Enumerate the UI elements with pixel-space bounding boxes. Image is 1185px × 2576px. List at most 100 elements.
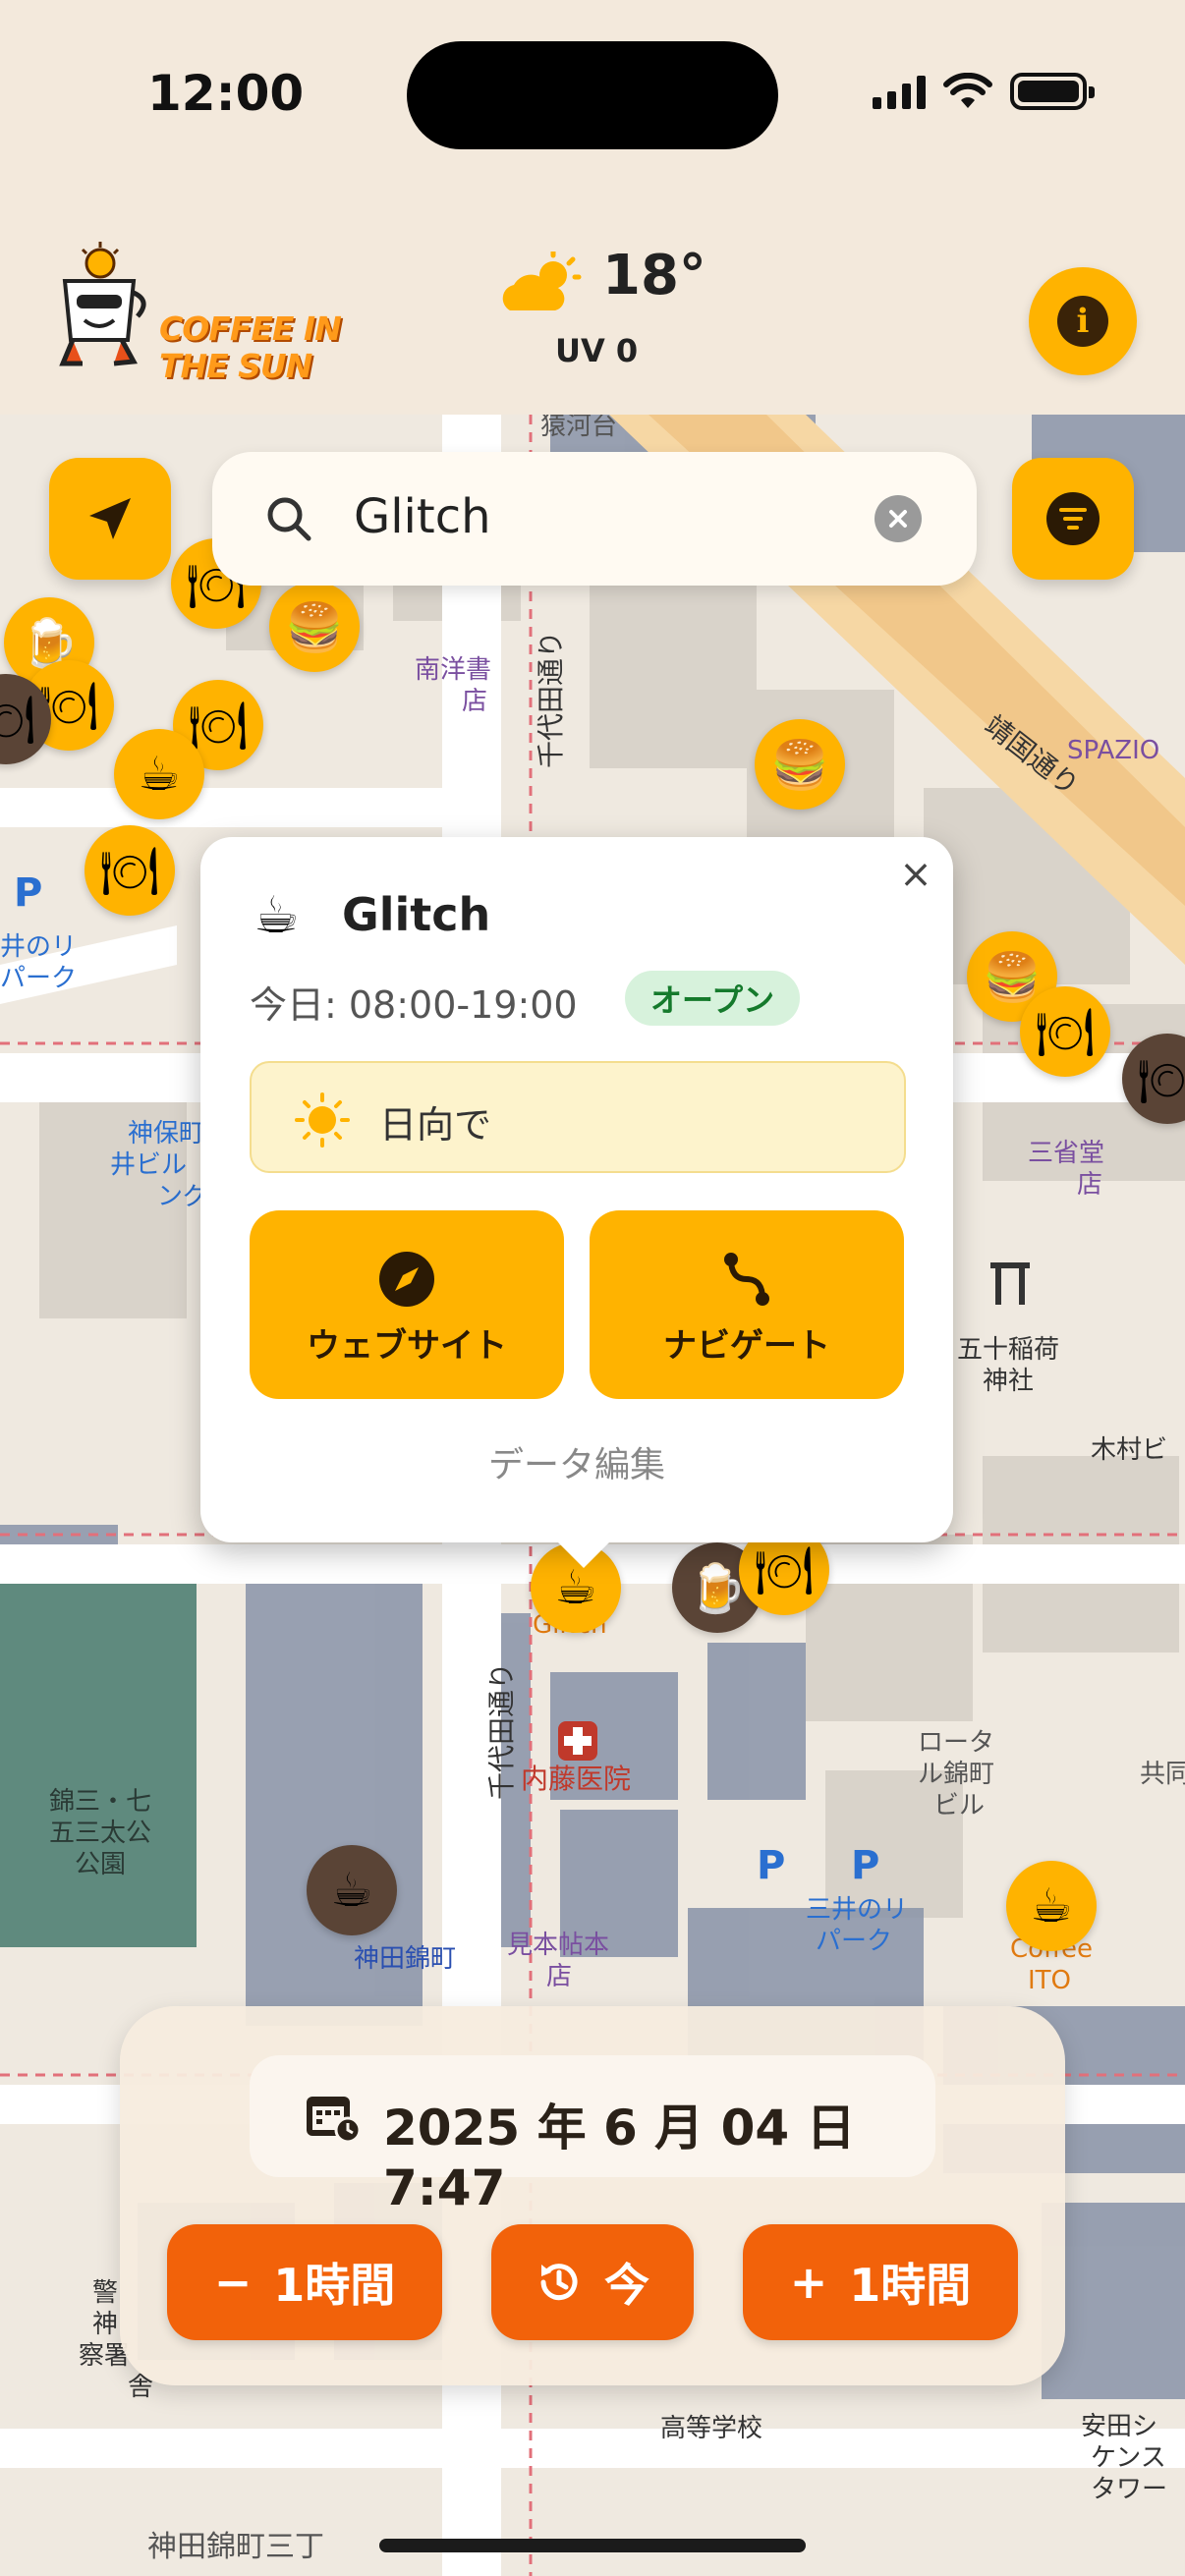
svg-text:千代田通り: 千代田通り <box>485 1662 518 1800</box>
calendar-clock-icon <box>307 2097 362 2144</box>
search-input[interactable]: Glitch <box>354 489 491 544</box>
date-time-display[interactable]: 2025 年 6 月 04 日 7:47 <box>250 2055 935 2216</box>
svg-text:三省堂: 三省堂 <box>1028 1139 1104 1168</box>
search-icon <box>267 497 311 541</box>
map-marker-coffee-ito[interactable]: ☕ <box>1006 1861 1097 1951</box>
search-bar[interactable]: Glitch <box>212 452 977 586</box>
now-label: 今 <box>604 2259 649 2312</box>
svg-text:五十稲荷: 五十稲荷 <box>957 1335 1059 1365</box>
svg-text:安田シ: 安田シ <box>1081 2412 1157 2441</box>
minus-hour-button[interactable]: − 1時間 <box>167 2224 442 2340</box>
location-arrow-icon <box>89 498 131 539</box>
svg-text:警: 警 <box>92 2278 118 2308</box>
website-button[interactable]: ウェブサイト <box>250 1210 564 1399</box>
close-icon <box>889 510 907 528</box>
sun-status-banner: 日向で <box>250 1061 906 1173</box>
compass-icon <box>379 1252 434 1307</box>
close-popup-button[interactable]: × <box>896 855 935 894</box>
sun-status-text: 日向で <box>379 1103 492 1147</box>
map-marker-restaurant[interactable]: 🍽 <box>1020 986 1110 1077</box>
svg-text:三井のリ: 三井のリ <box>806 1895 908 1925</box>
svg-text:SPAZIO: SPAZIO <box>1067 736 1159 765</box>
temperature: 18° <box>602 244 706 308</box>
status-bar: 12:00 <box>0 0 1185 196</box>
svg-text:店: 店 <box>1077 1170 1102 1200</box>
map-marker-restaurant[interactable]: 🍽 <box>85 825 175 916</box>
route-icon <box>724 1253 769 1306</box>
svg-text:公園: 公園 <box>75 1850 126 1879</box>
battery-icon <box>1010 73 1095 110</box>
svg-text:ビル: ビル <box>933 1791 985 1820</box>
minus-hour-label: 1時間 <box>273 2259 396 2312</box>
dynamic-island <box>407 41 778 149</box>
svg-text:ITO: ITO <box>1028 1966 1071 1995</box>
svg-text:神社: 神社 <box>983 1367 1034 1396</box>
svg-text:パーク: パーク <box>816 1927 892 1956</box>
app-logo-text: COFFEE IN THE SUN <box>159 309 342 385</box>
navigate-label: ナビゲート <box>663 1326 830 1366</box>
map-label-street: 千代田通り <box>535 631 567 768</box>
plus-hour-label: 1時間 <box>849 2259 972 2312</box>
filter-button[interactable] <box>1012 458 1134 580</box>
time-panel: 2025 年 6 月 04 日 7:47 − 1時間 今 + 1時間 <box>120 2006 1065 2385</box>
svg-text:錦三・七: 錦三・七 <box>49 1787 151 1817</box>
svg-text:神田錦町三丁: 神田錦町三丁 <box>147 2530 324 2564</box>
uv-index: UV 0 <box>555 332 639 369</box>
svg-text:神田錦町: 神田錦町 <box>354 1944 456 1974</box>
svg-text:五三太公: 五三太公 <box>49 1819 151 1848</box>
weather-widget: 18° UV 0 <box>496 244 706 371</box>
svg-text:南洋書: 南洋書 <box>415 655 491 685</box>
coffee-mascot-icon <box>59 242 146 366</box>
website-label: ウェブサイト <box>307 1326 507 1366</box>
svg-text:ケンス: ケンス <box>1091 2443 1166 2473</box>
svg-text:タワー: タワー <box>1091 2475 1167 2504</box>
locate-me-button[interactable] <box>49 458 171 580</box>
svg-text:神: 神 <box>92 2310 118 2339</box>
svg-text:見本帖本: 見本帖本 <box>507 1931 609 1960</box>
svg-text:店: 店 <box>546 1962 572 1991</box>
history-clock-icon <box>540 2264 578 2301</box>
wifi-icon <box>943 73 992 108</box>
svg-text:猿河台: 猿河台 <box>540 415 617 441</box>
svg-text:パーク: パーク <box>0 964 77 993</box>
open-status-badge: オープン <box>625 971 801 1026</box>
info-icon: i <box>1057 296 1108 347</box>
home-indicator[interactable] <box>379 2539 806 2552</box>
filter-icon <box>1046 492 1100 545</box>
map-marker-burger[interactable]: 🍔 <box>755 719 845 810</box>
minus-icon: − <box>213 2256 253 2309</box>
info-button[interactable]: i <box>1029 267 1137 375</box>
svg-text:高等学校: 高等学校 <box>660 2414 762 2443</box>
coffee-cup-icon: ☕ <box>254 886 300 945</box>
partly-sunny-icon <box>502 252 582 310</box>
now-button[interactable]: 今 <box>491 2224 694 2340</box>
place-name: Glitch <box>342 888 491 941</box>
app-header: COFFEE IN THE SUN 18° UV 0 i <box>0 196 1185 415</box>
svg-text:ル錦町: ル錦町 <box>918 1760 994 1789</box>
map-marker-burger[interactable]: 🍔 <box>269 582 360 672</box>
svg-text:店: 店 <box>462 687 487 716</box>
svg-text:P: P <box>14 870 42 916</box>
plus-hour-button[interactable]: + 1時間 <box>743 2224 1018 2340</box>
edit-data-link[interactable]: データ編集 <box>200 1436 953 1487</box>
cellular-signal-icon <box>873 74 926 109</box>
svg-text:井のリ: 井のリ <box>0 932 77 962</box>
svg-text:P: P <box>757 1843 785 1888</box>
map-marker-coffee-dark[interactable]: ☕ <box>307 1845 397 1935</box>
date-time-text: 2025 年 6 月 04 日 7:47 <box>383 2100 856 2216</box>
status-icons <box>873 73 1095 110</box>
svg-text:井ビル: 井ビル <box>110 1150 187 1180</box>
map-marker-coffee[interactable]: ☕ <box>114 729 204 819</box>
app-logo: COFFEE IN THE SUN <box>43 242 358 385</box>
svg-text:P: P <box>851 1843 879 1888</box>
place-popup: × ☕ Glitch 今日: 08:00-19:00 オープン 日向で ウェブサ… <box>200 837 953 1568</box>
clear-search-button[interactable] <box>875 495 922 542</box>
navigate-button[interactable]: ナビゲート <box>590 1210 904 1399</box>
plus-icon: + <box>789 2256 828 2309</box>
svg-text:内藤医院: 内藤医院 <box>521 1763 631 1795</box>
opening-hours: 今日: 08:00-19:00 <box>250 983 578 1027</box>
svg-text:共同: 共同 <box>1140 1760 1185 1789</box>
svg-text:木村ビ: 木村ビ <box>1091 1435 1167 1465</box>
status-time: 12:00 <box>147 65 305 122</box>
sun-icon <box>295 1092 350 1148</box>
